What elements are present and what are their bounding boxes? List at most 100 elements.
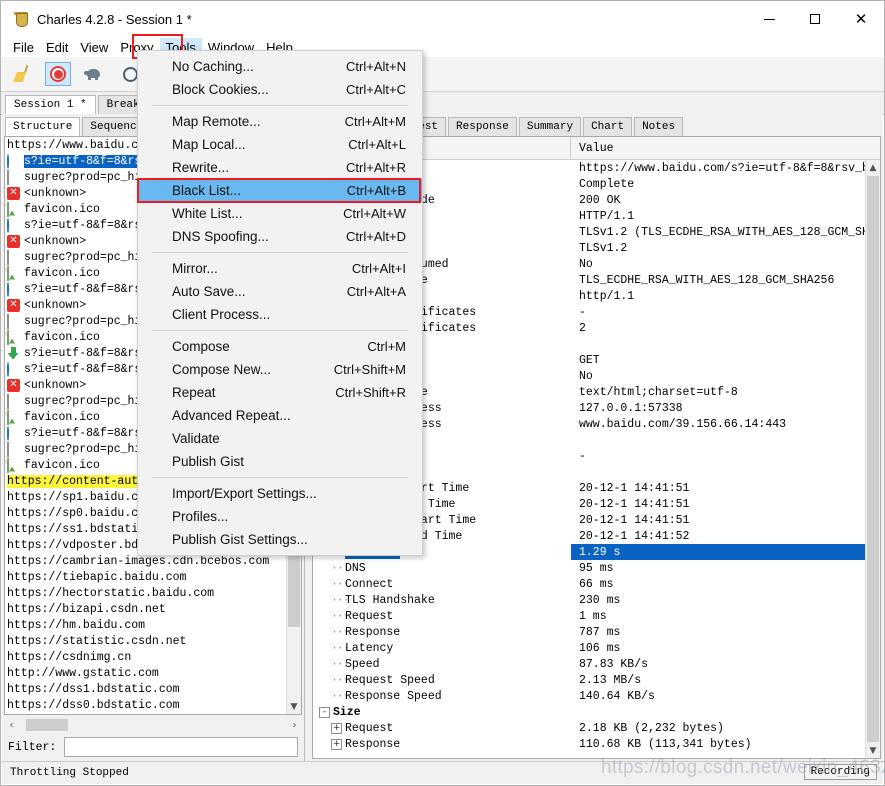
tab-notes[interactable]: Notes	[634, 117, 684, 136]
scroll-left-icon[interactable]: ‹	[4, 717, 19, 733]
detail-row-name-text: DNS	[345, 561, 366, 575]
title-bar: Charles 4.2.8 - Session 1 * ✕	[1, 1, 884, 37]
tree-row[interactable]: https://tiebapic.baidu.com	[5, 569, 287, 585]
detail-row[interactable]: ··· Response Speed 140.64 KB/s	[313, 688, 865, 704]
menu-item-advanced-repeat[interactable]: Advanced Repeat...	[138, 404, 422, 427]
detail-row[interactable]: ··· Speed 87.83 KB/s	[313, 656, 865, 672]
menu-item-shortcut: Ctrl+Alt+D	[346, 229, 406, 244]
menu-file[interactable]: File	[7, 38, 40, 57]
menu-item-profiles[interactable]: Profiles...	[138, 505, 422, 528]
hscroll-thumb[interactable]	[26, 719, 68, 731]
detail-vertical-scrollbar[interactable]: ▲ ▼	[865, 160, 880, 758]
menu-item-black-list[interactable]: Black List... Ctrl+Alt+B	[138, 179, 422, 202]
collapse-toggle-icon[interactable]: -	[319, 706, 330, 718]
detail-row-value	[571, 464, 865, 480]
scroll-down-icon[interactable]: ▼	[287, 699, 301, 714]
throttle-turtle-icon[interactable]	[81, 62, 107, 86]
tree-row[interactable]: https://bizapi.csdn.net	[5, 601, 287, 617]
tree-row[interactable]: https://hm.baidu.com	[5, 617, 287, 633]
record-icon[interactable]	[45, 62, 71, 86]
menu-item-repeat[interactable]: Repeat Ctrl+Shift+R	[138, 381, 422, 404]
clear-session-icon[interactable]	[9, 62, 35, 86]
detail-scroll-up-icon[interactable]: ▲	[866, 160, 880, 175]
detail-row[interactable]: ··· Request 1 ms	[313, 608, 865, 624]
detail-row-name-text: Connect	[345, 577, 394, 591]
tree-row[interactable]: https://dss1.bdstatic.com	[5, 681, 287, 697]
tab-response[interactable]: Response	[448, 117, 517, 136]
menu-item-map-local[interactable]: Map Local... Ctrl+Alt+L	[138, 133, 422, 156]
menu-item-no-caching[interactable]: No Caching... Ctrl+Alt+N	[138, 55, 422, 78]
menu-view[interactable]: View	[74, 38, 114, 57]
tree-horizontal-scrollbar[interactable]: ‹ ›	[4, 717, 302, 733]
tree-row[interactable]: https://hectorstatic.baidu.com	[5, 585, 287, 601]
x-glyph: ✕	[7, 298, 20, 312]
tree-row[interactable]: https://csdnimg.cn	[5, 649, 287, 665]
tree-row[interactable]: https://statistic.csdn.net	[5, 633, 287, 649]
filter-input[interactable]	[64, 737, 298, 757]
menu-item-mirror[interactable]: Mirror... Ctrl+Alt+I	[138, 257, 422, 280]
tree-row-label: https://statistic.csdn.net	[7, 634, 187, 648]
menu-item-dns-spoofing[interactable]: DNS Spoofing... Ctrl+Alt+D	[138, 225, 422, 248]
detail-row-name-text: Response	[345, 625, 401, 639]
detail-row[interactable]: + Response 110.68 KB (113,341 bytes)	[313, 736, 865, 752]
tree-row-label: <unknown>	[24, 378, 87, 392]
tree-row[interactable]: http://www.gstatic.com	[5, 665, 287, 681]
menu-item-shortcut: Ctrl+M	[367, 339, 406, 354]
minimize-button[interactable]	[746, 1, 792, 37]
detail-row-value: GET	[579, 353, 600, 367]
menu-item-compose[interactable]: Compose Ctrl+M	[138, 335, 422, 358]
tree-row-label: s?ie=utf-8&f=8&rsv_	[24, 282, 156, 296]
session-tab-session-1[interactable]: Session 1 *	[5, 95, 96, 115]
img-glyph	[7, 457, 9, 473]
detail-row[interactable]: ··· Connect 66 ms	[313, 576, 865, 592]
detail-row[interactable]: ··· Request Speed 2.13 MB/s	[313, 672, 865, 688]
menu-item-block-cookies[interactable]: Block Cookies... Ctrl+Alt+C	[138, 78, 422, 101]
tree-row-label: <unknown>	[24, 234, 87, 248]
menu-item-validate[interactable]: Validate	[138, 427, 422, 450]
x-glyph: ✕	[7, 378, 20, 392]
doc-icon	[7, 441, 21, 457]
tab-summary[interactable]: Summary	[518, 117, 582, 136]
menu-item-import-export-settings[interactable]: Import/Export Settings...	[138, 482, 422, 505]
expand-toggle-icon[interactable]: +	[331, 738, 342, 750]
maximize-button[interactable]	[792, 1, 838, 37]
menu-item-publish-gist[interactable]: Publish Gist	[138, 450, 422, 473]
menu-edit[interactable]: Edit	[40, 38, 74, 57]
recording-status-badge[interactable]: Recording	[803, 764, 877, 780]
menu-item-label: Repeat	[172, 385, 216, 400]
charles-main-window: Charles 4.2.8 - Session 1 * ✕ File Edit Vi…	[0, 0, 885, 786]
menu-item-compose-new[interactable]: Compose New... Ctrl+Shift+M	[138, 358, 422, 381]
menu-item-auto-save[interactable]: Auto Save... Ctrl+Alt+A	[138, 280, 422, 303]
detail-scroll-thumb[interactable]	[867, 176, 879, 742]
menu-item-shortcut: Ctrl+Alt+W	[343, 206, 406, 221]
img-icon	[7, 201, 21, 217]
tab-chart[interactable]: Chart	[583, 117, 633, 136]
menu-item-publish-gist-settings[interactable]: Publish Gist Settings...	[138, 528, 422, 551]
detail-row[interactable]: - Size	[313, 704, 865, 720]
detail-row[interactable]: ··· DNS 95 ms	[313, 560, 865, 576]
menu-item-map-remote[interactable]: Map Remote... Ctrl+Alt+M	[138, 110, 422, 133]
detail-row[interactable]: + Request 2.18 KB (2,232 bytes)	[313, 720, 865, 736]
detail-row-value: TLS_ECDHE_RSA_WITH_AES_128_GCM_SHA256	[579, 273, 835, 287]
tree-row-label: sugrec?prod=pc_his	[24, 170, 149, 184]
detail-row-name-text: Response	[345, 737, 401, 751]
expand-toggle-icon[interactable]: +	[331, 722, 342, 734]
toolbar	[1, 57, 884, 92]
close-button[interactable]: ✕	[838, 1, 884, 37]
menu-item-client-process[interactable]: Client Process...	[138, 303, 422, 326]
column-header-value[interactable]: Value	[571, 142, 614, 155]
menu-item-rewrite[interactable]: Rewrite... Ctrl+Alt+R	[138, 156, 422, 179]
menu-item-label: Client Process...	[172, 307, 271, 322]
detail-row[interactable]: ··· Latency 106 ms	[313, 640, 865, 656]
detail-scroll-down-icon[interactable]: ▼	[866, 743, 880, 758]
detail-row[interactable]: ··· TLS Handshake 230 ms	[313, 592, 865, 608]
img-icon	[7, 265, 21, 281]
menu-item-white-list[interactable]: White List... Ctrl+Alt+W	[138, 202, 422, 225]
tab-structure[interactable]: Structure	[5, 117, 81, 136]
tree-row[interactable]: https://dss0.bdstatic.com	[5, 697, 287, 713]
detail-row[interactable]: ··· Response 787 ms	[313, 624, 865, 640]
detail-row-value: 95 ms	[579, 561, 614, 575]
scroll-right-icon[interactable]: ›	[287, 717, 302, 733]
globe-icon	[7, 153, 21, 169]
tree-row-label: https://hm.baidu.com	[7, 618, 146, 632]
